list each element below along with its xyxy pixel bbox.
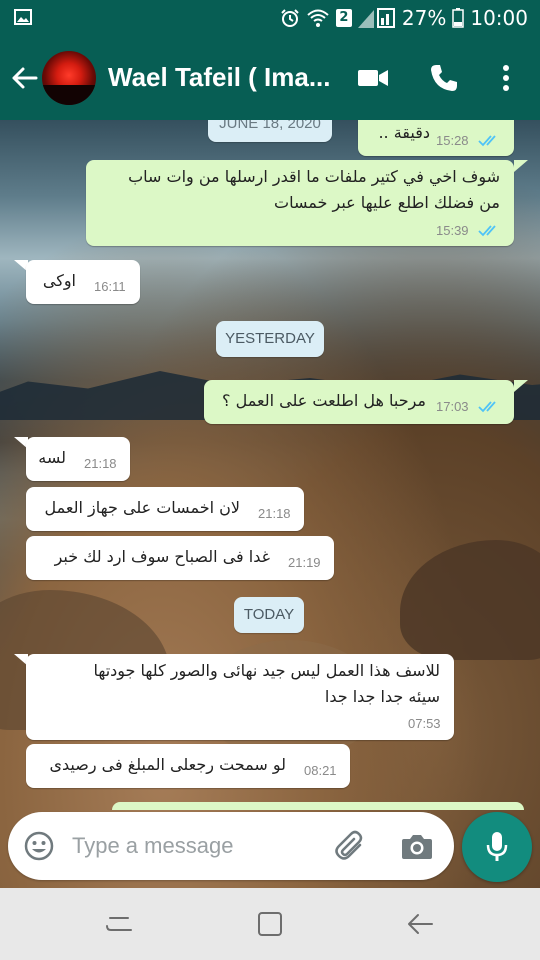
message-bubble-incoming[interactable]: غدا فى الصباح سوف ارد لك خبر 21:19 (26, 536, 334, 580)
message-bubble-incoming[interactable]: لو سمحت رجعلى المبلغ فى رصيدى 08:21 (26, 744, 350, 788)
message-time: 21:18 (84, 456, 117, 471)
message-bubble-incoming[interactable]: لان اخمسات على جهاز العمل 21:18 (26, 487, 304, 531)
status-icons: 2 27% 10:00 (280, 0, 528, 36)
contact-avatar[interactable] (42, 51, 96, 105)
message-bubble-incoming[interactable]: لسه 21:18 (26, 437, 130, 481)
message-text: لان اخمسات على جهاز العمل (44, 498, 240, 517)
camera-icon[interactable] (401, 832, 433, 860)
mic-button[interactable] (462, 812, 532, 882)
message-time: 15:39 (436, 223, 469, 238)
message-text-line: شوف اخي في كتير ملفات ما اقدر ارسلها من … (128, 167, 500, 186)
message-text-line: من فضلك اطلع عليها عبر خمسات (274, 193, 500, 212)
read-receipt-icon (478, 401, 496, 413)
message-text: اوكى (42, 271, 76, 290)
message-text: لسه (38, 448, 66, 467)
mic-icon (486, 832, 508, 861)
sim-badge: 2 (335, 9, 352, 27)
message-text: مرحبا هل اطلعت على العمل ؟ (222, 391, 426, 410)
message-text: دقيقة .. (378, 123, 430, 142)
emoji-icon[interactable] (23, 830, 55, 862)
chat-header: Wael Tafeil ( Ima... (0, 36, 540, 120)
contact-name[interactable]: Wael Tafeil ( Ima... (108, 62, 338, 93)
read-receipt-icon (478, 225, 496, 237)
recents-icon[interactable] (104, 910, 134, 938)
status-bar: 2 27% 10:00 (0, 0, 540, 36)
message-bubble-partial[interactable] (112, 802, 524, 810)
date-chip-today: TODAY (234, 597, 304, 633)
message-bubble-incoming[interactable]: اوكى 16:11 (26, 260, 140, 304)
message-time: 15:28 (436, 133, 469, 148)
battery-icon (452, 8, 465, 28)
voice-call-icon[interactable] (428, 62, 460, 94)
message-bubble-incoming[interactable]: للاسف هذا العمل ليس جيد نهائى والصور كله… (26, 654, 454, 740)
more-options-icon[interactable] (496, 62, 516, 94)
message-bubble-outgoing[interactable]: مرحبا هل اطلعت على العمل ؟ 17:03 (204, 380, 514, 424)
message-text-line: للاسف هذا العمل ليس جيد نهائى والصور كله… (93, 661, 440, 680)
read-receipt-icon (478, 135, 496, 147)
back-icon[interactable] (406, 910, 436, 938)
message-text: غدا فى الصباح سوف ارد لك خبر (54, 547, 270, 566)
message-time: 21:18 (258, 506, 291, 521)
signal-icon (357, 8, 395, 28)
wifi-icon (307, 9, 329, 27)
date-chip-partial: JUNE 18, 2020 (208, 120, 332, 142)
battery-percent: 27% (401, 6, 447, 30)
message-input[interactable] (72, 832, 312, 860)
bubble-tail (514, 380, 528, 392)
date-chip-yesterday: YESTERDAY (216, 321, 324, 357)
message-time: 16:11 (94, 279, 126, 294)
message-time: 17:03 (436, 399, 469, 414)
clock: 10:00 (470, 6, 528, 30)
back-arrow-icon[interactable] (8, 62, 40, 94)
video-call-icon[interactable] (356, 63, 390, 93)
message-bubble-outgoing[interactable]: دقيقة .. 15:28 (358, 120, 514, 156)
attach-icon[interactable] (334, 830, 366, 862)
message-time: 21:19 (288, 555, 321, 570)
message-time: 07:53 (408, 716, 441, 731)
message-time: 08:21 (304, 763, 337, 778)
message-text: لو سمحت رجعلى المبلغ فى رصيدى (49, 755, 287, 774)
message-text-line: سيئه جدا جدا جدا (324, 687, 440, 706)
alarm-icon (281, 9, 299, 27)
message-composer (8, 812, 454, 880)
system-nav-bar (0, 888, 540, 960)
home-icon[interactable] (256, 910, 284, 938)
image-icon (14, 9, 32, 25)
message-list[interactable]: JUNE 18, 2020 دقيقة .. 15:28 شوف اخي في … (0, 120, 540, 810)
message-bubble-outgoing[interactable]: شوف اخي في كتير ملفات ما اقدر ارسلها من … (86, 160, 514, 246)
bubble-tail (514, 160, 528, 172)
